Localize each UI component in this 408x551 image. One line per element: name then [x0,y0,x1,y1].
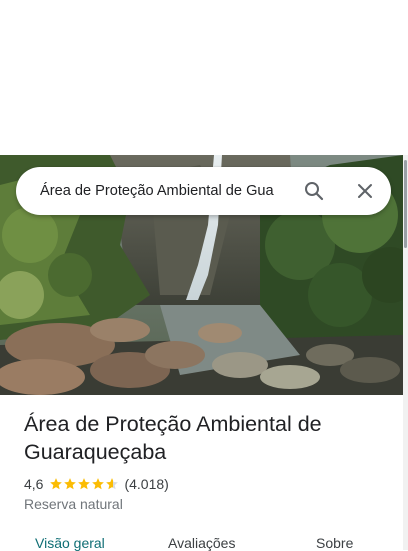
blank-top-area [0,0,408,155]
place-title: Área de Proteção Ambiental de Guaraqueça… [24,412,322,464]
close-icon[interactable] [350,176,380,206]
search-input[interactable]: Área de Proteção Ambiental de Gua [40,167,286,215]
scrollbar-thumb[interactable] [404,160,407,248]
search-box[interactable]: Área de Proteção Ambiental de Gua [16,167,391,215]
rating-row[interactable]: 4,6 (4.018) [24,475,169,493]
half-star-icon [106,478,119,490]
star-icon [64,478,77,490]
star-rating [49,477,119,491]
review-count[interactable]: (4.018) [124,476,168,492]
star-icon [50,478,63,490]
search-icon[interactable] [299,176,329,206]
rating-value: 4,6 [24,476,44,492]
place-category[interactable]: Reserva natural [24,496,123,512]
tab-overview[interactable]: Visão geral [35,535,105,551]
tab-bar: Visão geral Avaliações Sobre [0,530,403,551]
tab-reviews[interactable]: Avaliações [168,535,235,551]
star-icon [92,478,105,490]
star-icon [78,478,91,490]
tab-about[interactable]: Sobre [316,535,353,551]
